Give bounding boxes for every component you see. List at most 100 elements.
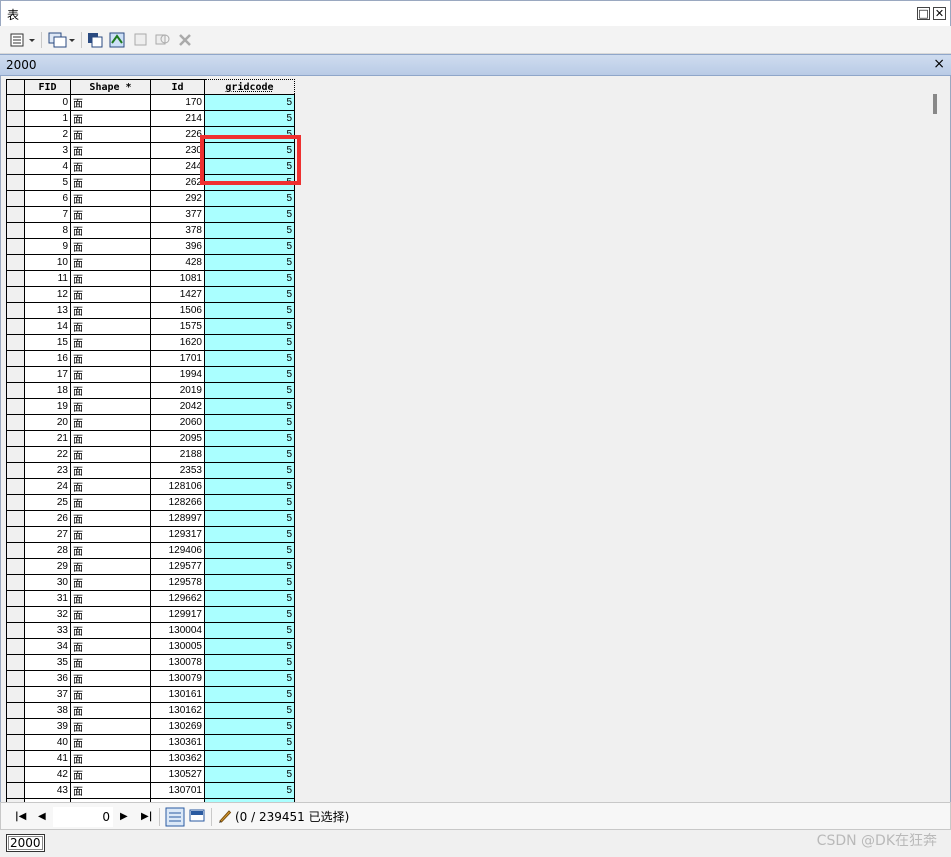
cell-shape[interactable]: 面 <box>70 350 151 367</box>
row-selector-header[interactable] <box>6 79 25 95</box>
cell-gridcode[interactable]: 5 <box>204 590 295 607</box>
column-header-gridcode[interactable]: gridcode <box>204 79 295 95</box>
table-row[interactable]: 40 面 130361 5 <box>6 734 295 751</box>
cell-gridcode[interactable]: 5 <box>204 270 295 287</box>
cell-shape[interactable]: 面 <box>70 222 151 239</box>
row-selector[interactable] <box>6 174 25 191</box>
cell-id[interactable]: 128106 <box>150 478 205 495</box>
table-row[interactable]: 25 面 128266 5 <box>6 494 295 511</box>
cell-id[interactable]: 170 <box>150 94 205 111</box>
cell-id[interactable]: 130079 <box>150 670 205 687</box>
cell-id[interactable]: 396 <box>150 238 205 255</box>
cell-fid[interactable]: 3 <box>24 142 71 159</box>
cell-gridcode[interactable]: 5 <box>204 670 295 687</box>
cell-id[interactable]: 129406 <box>150 542 205 559</box>
close-window-button[interactable]: ✕ <box>933 7 946 20</box>
cell-shape[interactable]: 面 <box>70 302 151 319</box>
cell-id[interactable]: 2019 <box>150 382 205 399</box>
cell-shape[interactable]: 面 <box>70 110 151 127</box>
row-selector[interactable] <box>6 606 25 623</box>
cell-shape[interactable]: 面 <box>70 238 151 255</box>
row-selector[interactable] <box>6 286 25 303</box>
last-record-button[interactable]: ▶| <box>141 809 152 825</box>
column-header-shape[interactable]: Shape * <box>70 79 151 95</box>
cell-gridcode[interactable]: 5 <box>204 478 295 495</box>
table-row[interactable]: 14 面 1575 5 <box>6 318 295 335</box>
cell-id[interactable]: 2188 <box>150 446 205 463</box>
cell-id[interactable]: 129578 <box>150 574 205 591</box>
table-row[interactable]: 1 面 214 5 <box>6 110 295 127</box>
cell-id[interactable]: 130162 <box>150 702 205 719</box>
cell-shape[interactable]: 面 <box>70 318 151 335</box>
cell-fid[interactable]: 29 <box>24 558 71 575</box>
cell-shape[interactable]: 面 <box>70 590 151 607</box>
cell-id[interactable]: 2095 <box>150 430 205 447</box>
row-selector[interactable] <box>6 254 25 271</box>
cell-gridcode[interactable]: 5 <box>204 158 295 175</box>
cell-id[interactable]: 130362 <box>150 750 205 767</box>
cell-gridcode[interactable]: 5 <box>204 142 295 159</box>
cell-gridcode[interactable]: 5 <box>204 494 295 511</box>
cell-gridcode[interactable]: 5 <box>204 94 295 111</box>
cell-fid[interactable]: 32 <box>24 606 71 623</box>
cell-gridcode[interactable]: 5 <box>204 558 295 575</box>
table-row[interactable]: 32 面 129917 5 <box>6 606 295 623</box>
table-row[interactable]: 11 面 1081 5 <box>6 270 295 287</box>
row-selector[interactable] <box>6 270 25 287</box>
row-selector[interactable] <box>6 382 25 399</box>
cell-shape[interactable]: 面 <box>70 622 151 639</box>
cell-id[interactable]: 377 <box>150 206 205 223</box>
cell-id[interactable]: 130005 <box>150 638 205 655</box>
related-tables-icon[interactable] <box>46 31 78 49</box>
cell-fid[interactable]: 38 <box>24 702 71 719</box>
cell-id[interactable]: 1081 <box>150 270 205 287</box>
table-row[interactable]: 26 面 128997 5 <box>6 510 295 527</box>
cell-gridcode[interactable]: 5 <box>204 286 295 303</box>
row-selector[interactable] <box>6 414 25 431</box>
cell-id[interactable]: 1701 <box>150 350 205 367</box>
cell-id[interactable]: 2353 <box>150 462 205 479</box>
table-row[interactable]: 3 面 230 5 <box>6 142 295 159</box>
cell-shape[interactable]: 面 <box>70 174 151 191</box>
table-row[interactable]: 12 面 1427 5 <box>6 286 295 303</box>
select-by-attributes-icon[interactable] <box>86 31 104 49</box>
cell-fid[interactable]: 16 <box>24 350 71 367</box>
cell-fid[interactable]: 2 <box>24 126 71 143</box>
cell-id[interactable]: 129317 <box>150 526 205 543</box>
table-row[interactable]: 39 面 130269 5 <box>6 718 295 735</box>
row-selector[interactable] <box>6 526 25 543</box>
previous-record-button[interactable]: ◀ <box>38 809 46 825</box>
cell-id[interactable]: 1506 <box>150 302 205 319</box>
table-row[interactable]: 42 面 130527 5 <box>6 766 295 783</box>
cell-shape[interactable]: 面 <box>70 94 151 111</box>
close-tab-button[interactable]: × <box>933 56 945 72</box>
cell-fid[interactable]: 8 <box>24 222 71 239</box>
cell-gridcode[interactable]: 5 <box>204 686 295 703</box>
cell-fid[interactable]: 13 <box>24 302 71 319</box>
cell-fid[interactable]: 34 <box>24 638 71 655</box>
cell-gridcode[interactable]: 5 <box>204 174 295 191</box>
table-options-icon[interactable] <box>8 31 38 49</box>
cell-id[interactable]: 130701 <box>150 782 205 799</box>
scrollbar-thumb[interactable] <box>933 94 937 114</box>
cell-fid[interactable]: 18 <box>24 382 71 399</box>
cell-fid[interactable]: 43 <box>24 782 71 799</box>
cell-gridcode[interactable]: 5 <box>204 542 295 559</box>
cell-shape[interactable]: 面 <box>70 158 151 175</box>
cell-gridcode[interactable]: 5 <box>204 702 295 719</box>
cell-fid[interactable]: 15 <box>24 334 71 351</box>
cell-id[interactable]: 129662 <box>150 590 205 607</box>
table-row[interactable]: 9 面 396 5 <box>6 238 295 255</box>
cell-shape[interactable]: 面 <box>70 750 151 767</box>
cell-fid[interactable]: 23 <box>24 462 71 479</box>
restore-button[interactable]: □ <box>917 7 930 20</box>
cell-fid[interactable]: 27 <box>24 526 71 543</box>
cell-id[interactable]: 244 <box>150 158 205 175</box>
row-selector[interactable] <box>6 366 25 383</box>
cell-fid[interactable]: 10 <box>24 254 71 271</box>
row-selector[interactable] <box>6 734 25 751</box>
cell-gridcode[interactable]: 5 <box>204 110 295 127</box>
cell-shape[interactable]: 面 <box>70 398 151 415</box>
cell-gridcode[interactable]: 5 <box>204 366 295 383</box>
table-row[interactable]: 19 面 2042 5 <box>6 398 295 415</box>
